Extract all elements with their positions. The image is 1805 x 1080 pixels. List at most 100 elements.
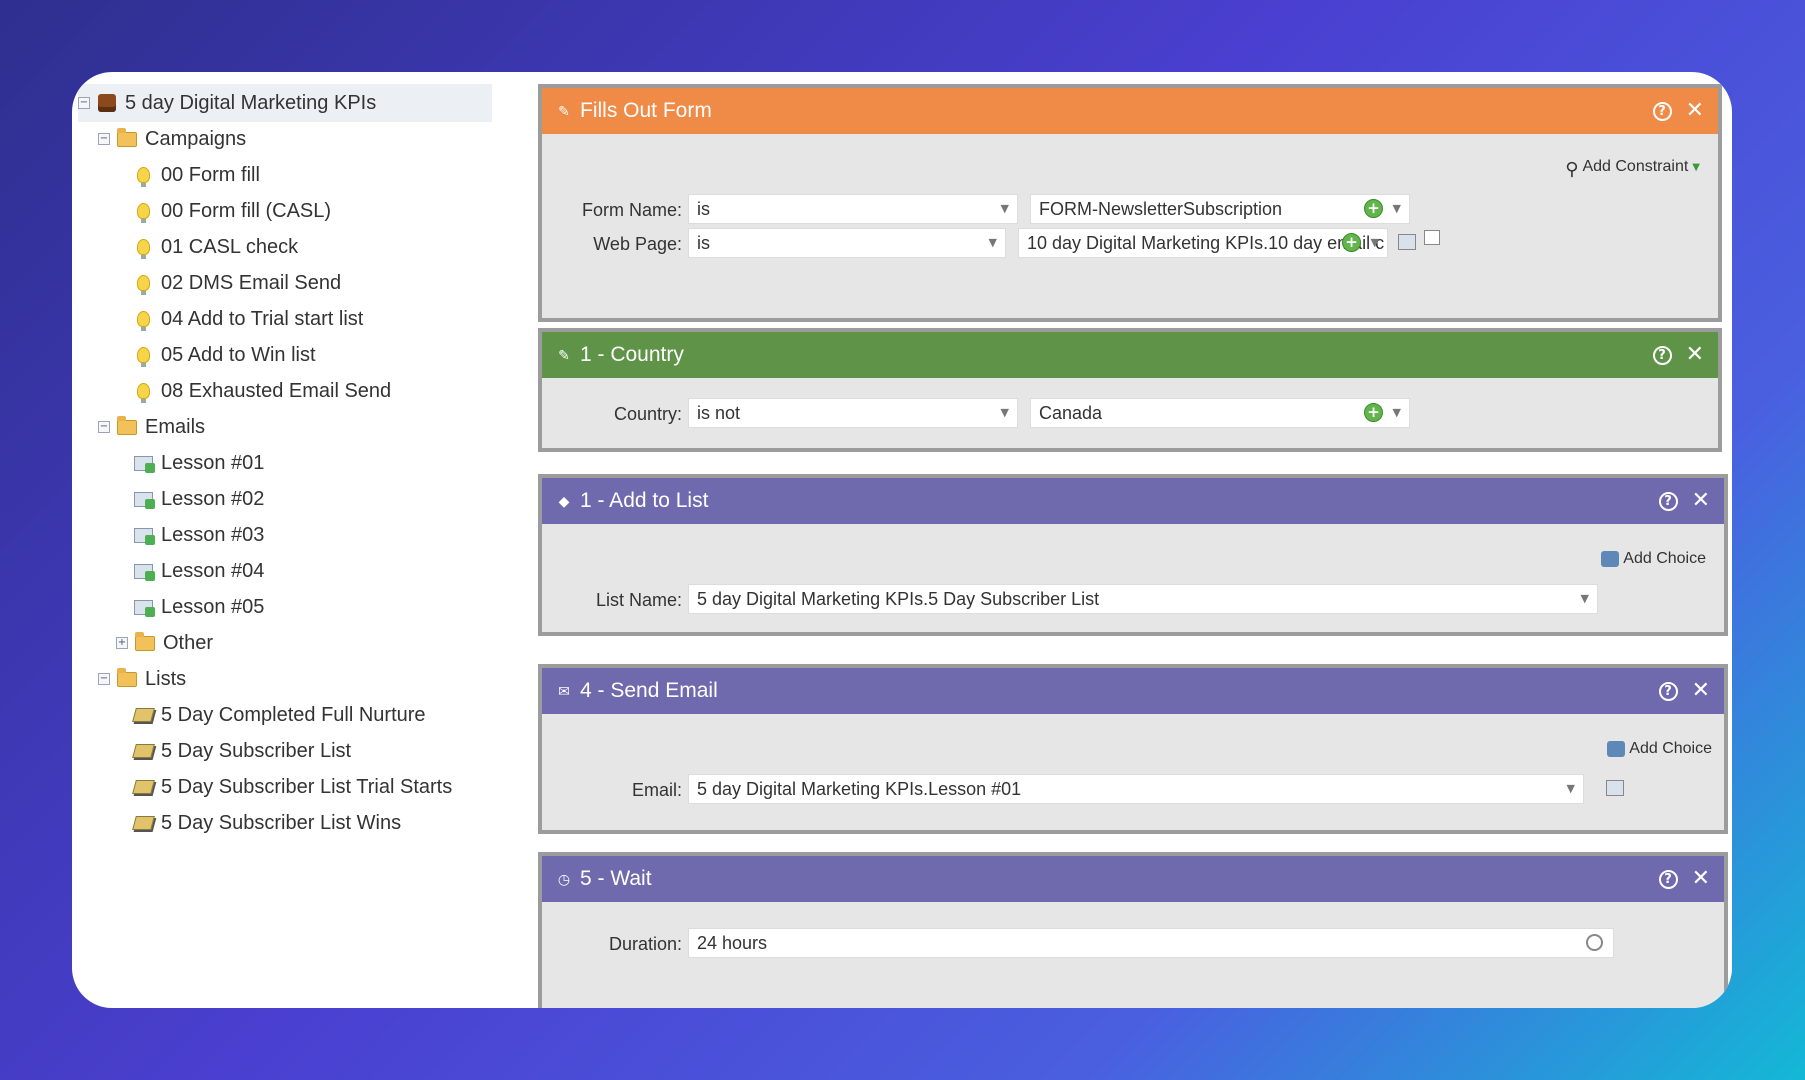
country-operator-value: is not xyxy=(697,403,741,423)
lightbulb-icon xyxy=(132,201,154,223)
add-value-icon[interactable]: + xyxy=(1342,233,1361,252)
chevron-down-icon: ▼ xyxy=(1392,406,1401,419)
form-name-operator-select[interactable]: is ▼ xyxy=(688,194,1018,224)
add-choice-button[interactable]: Add Choice xyxy=(1601,550,1706,568)
tree-item-email[interactable]: Lesson #03 xyxy=(132,516,264,554)
checkbox-icon[interactable] xyxy=(1424,230,1440,245)
email-icon: ✉ xyxy=(558,682,570,699)
panel-actions: ? ✕ xyxy=(1652,88,1704,134)
close-icon[interactable]: ✕ xyxy=(1692,680,1710,702)
tree-item-email[interactable]: Lesson #01 xyxy=(132,444,264,482)
chevron-down-icon: ▼ xyxy=(1566,782,1575,795)
tree-folder-other[interactable]: + Other xyxy=(116,624,213,662)
panel-header[interactable]: ◆ 1 - Add to List ? ✕ xyxy=(542,478,1724,524)
list-name-select[interactable]: 5 day Digital Marketing KPIs.5 Day Subsc… xyxy=(688,584,1598,614)
folder-icon xyxy=(116,667,138,689)
duration-input[interactable]: 24 hours xyxy=(688,928,1614,958)
add-constraint-button[interactable]: ⚲ Add Constraint ▼ xyxy=(1565,158,1700,180)
collapse-toggle[interactable]: − xyxy=(98,133,110,145)
duration-value: 24 hours xyxy=(697,933,768,953)
panel-actions: ? ✕ xyxy=(1658,478,1710,524)
tree-item-label: 5 Day Subscriber List Trial Starts xyxy=(161,775,453,798)
help-icon[interactable]: ? xyxy=(1658,869,1678,889)
flow-canvas: ✎ Fills Out Form ? ✕ ⚲ Add Constraint ▼ … xyxy=(462,72,1732,1008)
collapse-toggle[interactable]: − xyxy=(98,421,110,433)
close-icon[interactable]: ✕ xyxy=(1686,344,1704,366)
tree-item-email[interactable]: Lesson #02 xyxy=(132,480,264,518)
help-icon[interactable]: ? xyxy=(1652,345,1672,365)
time-picker-icon[interactable] xyxy=(1586,934,1603,951)
collapse-toggle[interactable]: − xyxy=(78,97,90,109)
tree-folder-label: Other xyxy=(163,631,214,654)
panel-actions: ? ✕ xyxy=(1652,332,1704,378)
tree-root-program[interactable]: − 5 day Digital Marketing KPIs xyxy=(78,84,492,122)
tree-item-label: 04 Add to Trial start list xyxy=(161,307,364,330)
add-value-icon[interactable]: + xyxy=(1364,403,1383,422)
panel-header[interactable]: ✉ 4 - Send Email ? ✕ xyxy=(542,668,1724,714)
lightbulb-icon xyxy=(132,237,154,259)
tree-folder-label: Emails xyxy=(145,415,206,438)
panel-title: Fills Out Form xyxy=(580,99,712,122)
help-icon[interactable]: ? xyxy=(1658,491,1678,511)
email-select[interactable]: 5 day Digital Marketing KPIs.Lesson #01 … xyxy=(688,774,1584,804)
country-label: Country: xyxy=(613,404,682,424)
page-picker-icon[interactable] xyxy=(1398,234,1416,250)
pencil-icon: ✎ xyxy=(558,102,570,119)
help-icon[interactable]: ? xyxy=(1652,101,1672,121)
add-value-icon[interactable]: + xyxy=(1364,199,1383,218)
email-icon xyxy=(132,597,155,617)
list-name-label: List Name: xyxy=(595,590,682,610)
help-icon[interactable]: ? xyxy=(1658,681,1678,701)
country-operator-select[interactable]: is not ▼ xyxy=(688,398,1018,428)
tree-item-list[interactable]: 5 Day Subscriber List Wins xyxy=(131,804,401,842)
tree-item-list[interactable]: 5 Day Completed Full Nurture xyxy=(131,696,426,734)
tree-item-label: 00 Form fill (CASL) xyxy=(161,199,332,222)
tree-item-campaign[interactable]: 05 Add to Win list xyxy=(132,336,316,374)
panel-header[interactable]: ✎ 1 - Country ? ✕ xyxy=(542,332,1718,378)
tree-item-label: 5 Day Subscriber List xyxy=(161,739,352,762)
panel-actions: ? ✕ xyxy=(1658,856,1710,902)
tree-folder-label: Campaigns xyxy=(145,127,247,150)
tree-folder-lists[interactable]: − Lists xyxy=(98,660,186,698)
web-page-value-select[interactable]: 10 day Digital Marketing KPIs.10 day ema… xyxy=(1018,228,1388,258)
email-preview-icon[interactable] xyxy=(1606,780,1624,796)
tree-root-label: 5 day Digital Marketing KPIs xyxy=(125,91,377,114)
panel-header[interactable]: ✎ Fills Out Form ? ✕ xyxy=(542,88,1718,134)
email-value: 5 day Digital Marketing KPIs.Lesson #01 xyxy=(697,779,1022,799)
add-choice-button[interactable]: Add Choice xyxy=(1607,740,1712,758)
email-icon xyxy=(132,561,155,581)
close-icon[interactable]: ✕ xyxy=(1686,100,1704,122)
country-value-select[interactable]: Canada ▼ xyxy=(1030,398,1410,428)
tree-item-list[interactable]: 5 Day Subscriber List xyxy=(131,732,352,770)
tree-item-campaign[interactable]: 04 Add to Trial start list xyxy=(132,300,363,338)
expand-toggle[interactable]: + xyxy=(116,637,128,649)
panel-header[interactable]: ◷ 5 - Wait ? ✕ xyxy=(542,856,1724,902)
tree-folder-emails[interactable]: − Emails xyxy=(98,408,205,446)
panel-title: 4 - Send Email xyxy=(580,679,718,702)
tree-item-label: 05 Add to Win list xyxy=(161,343,316,366)
lightbulb-icon xyxy=(132,309,154,331)
form-name-value: FORM-NewsletterSubscription xyxy=(1039,199,1283,219)
folder-icon xyxy=(134,631,156,653)
flow-step-send-email: ✉ 4 - Send Email ? ✕ Add Choice Email: 5… xyxy=(538,664,1728,834)
tree-item-campaign[interactable]: 08 Exhausted Email Send xyxy=(132,372,391,410)
tree-folder-label: Lists xyxy=(145,667,187,690)
list-icon xyxy=(131,741,155,761)
panel-title: 1 - Add to List xyxy=(580,489,709,512)
close-icon[interactable]: ✕ xyxy=(1692,868,1710,890)
tree-folder-campaigns[interactable]: − Campaigns xyxy=(98,120,246,158)
tree-item-campaign[interactable]: 00 Form fill xyxy=(132,156,260,194)
form-name-value-select[interactable]: FORM-NewsletterSubscription ▼ xyxy=(1030,194,1410,224)
tree-item-campaign[interactable]: 00 Form fill (CASL) xyxy=(132,192,331,230)
add-choice-icon xyxy=(1601,551,1620,567)
tree-item-email[interactable]: Lesson #04 xyxy=(132,552,264,590)
web-page-operator-select[interactable]: is ▼ xyxy=(688,228,1006,258)
tree-item-campaign[interactable]: 01 CASL check xyxy=(132,228,298,266)
list-icon xyxy=(131,777,155,797)
collapse-toggle[interactable]: − xyxy=(98,673,110,685)
web-page-value: 10 day Digital Marketing KPIs.10 day ema… xyxy=(1027,233,1385,253)
tree-item-list[interactable]: 5 Day Subscriber List Trial Starts xyxy=(131,768,453,806)
tree-item-email[interactable]: Lesson #05 xyxy=(132,588,264,626)
tree-item-campaign[interactable]: 02 DMS Email Send xyxy=(132,264,341,302)
close-icon[interactable]: ✕ xyxy=(1692,490,1710,512)
